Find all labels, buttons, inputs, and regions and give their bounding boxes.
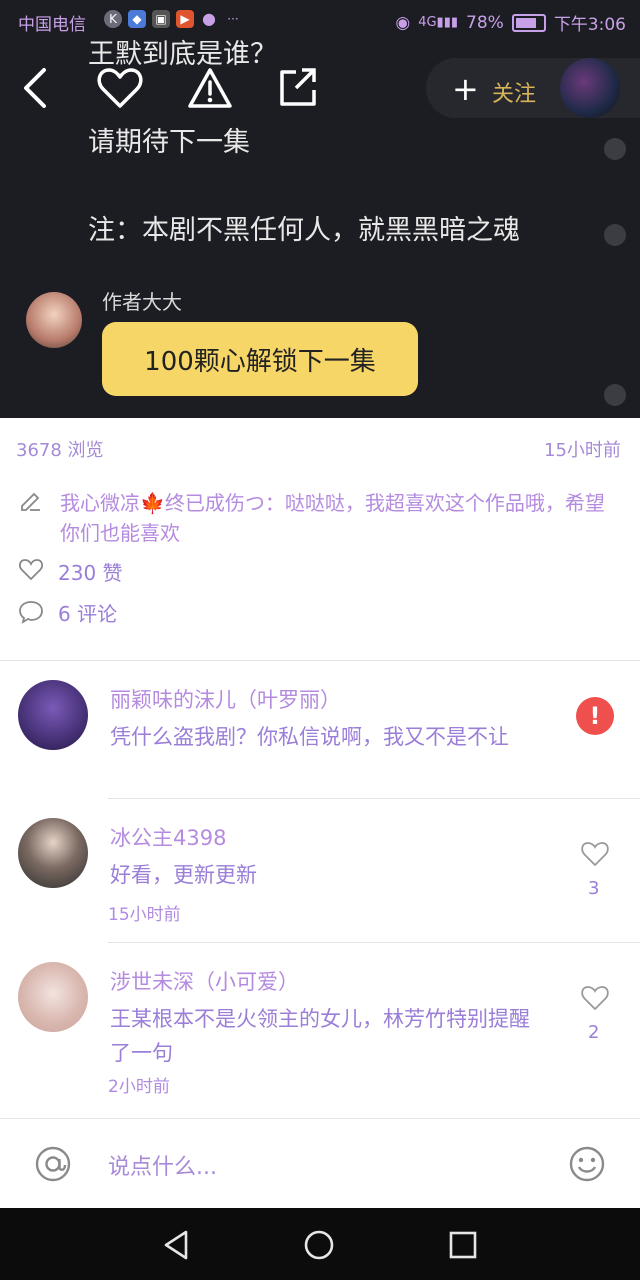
author-avatar[interactable] xyxy=(26,292,82,348)
comment-count: 6 评论 xyxy=(58,602,118,626)
comment-divider xyxy=(108,942,640,943)
follow-button[interactable]: + 关注 xyxy=(426,58,640,118)
report-button[interactable] xyxy=(186,62,236,114)
unlock-next-episode-button[interactable]: 100颗心解锁下一集 xyxy=(102,322,418,396)
alert-icon[interactable]: ! xyxy=(576,697,614,735)
status-right: ◉ 4G▮▮▮ 78% 下午3:06 xyxy=(395,10,626,36)
follow-label: 关注 xyxy=(492,82,537,107)
author-avatar-top[interactable] xyxy=(560,58,620,118)
nav-recents-icon[interactable] xyxy=(446,1228,480,1262)
share-icon xyxy=(280,68,316,106)
battery-percent: 78% xyxy=(466,12,504,33)
comment-time: 15小时前 xyxy=(108,905,181,925)
progress-dot xyxy=(604,224,626,246)
commenter-name[interactable]: 涉世未深（小可爱） xyxy=(110,966,299,996)
emoji-icon[interactable] xyxy=(568,1145,606,1183)
signal-icon: 4G▮▮▮ xyxy=(418,15,459,30)
commenter-avatar[interactable] xyxy=(18,680,88,750)
comment-text: 凭什么盗我剧？你私信说啊，我又不是不让 xyxy=(110,725,509,749)
story-line-3: 注：本剧不黑任何人，就黑黑暗之魂 xyxy=(88,215,520,246)
k-app-icon: K xyxy=(104,10,122,28)
carrier-label: 中国电信 xyxy=(18,15,86,35)
heart-outline-icon[interactable] xyxy=(580,840,610,868)
story-panel: 中国电信 K ◆ ▣ ▶ ● ··· ◉ 4G▮▮▮ 78% 下午3:06 王默… xyxy=(0,0,640,418)
comment-bubble-icon[interactable] xyxy=(18,600,44,624)
more-notifications-icon: ··· xyxy=(227,12,239,26)
nav-back-icon[interactable] xyxy=(160,1228,194,1262)
at-mention-icon[interactable] xyxy=(34,1145,72,1183)
battery-icon xyxy=(511,13,546,32)
back-button[interactable] xyxy=(16,62,66,114)
post-time: 15小时前 xyxy=(544,440,621,461)
notification-icons: K ◆ ▣ ▶ ● ··· xyxy=(104,10,242,28)
chat-app-icon: ● xyxy=(202,9,216,28)
like-count: 230 赞 xyxy=(58,561,123,585)
shield-app-icon: ◆ xyxy=(128,10,146,28)
nav-home-icon[interactable] xyxy=(302,1228,336,1262)
progress-dot xyxy=(604,138,626,160)
story-line-2: 请期待下一集 xyxy=(88,127,250,158)
author-name: 作者大大 xyxy=(102,290,182,314)
eye-icon: ◉ xyxy=(395,12,411,33)
story-description: 我心微凉🍁终已成伤つ：哒哒哒，我超喜欢这个作品哦，希望你们也能喜欢 xyxy=(60,491,605,545)
comment-input-bar: 说点什么... xyxy=(0,1118,640,1209)
comment-divider xyxy=(108,798,640,799)
video-app-icon: ▶ xyxy=(176,10,194,28)
view-count: 3678 浏览 xyxy=(16,440,104,461)
comment-like-count: 2 xyxy=(588,1022,600,1043)
commenter-avatar[interactable] xyxy=(18,818,88,888)
back-arrow-icon xyxy=(24,68,46,108)
comment-text: 王某根本不是火领主的女儿，林芳竹特别提醒了一句 xyxy=(110,1007,530,1065)
comment-time: 2小时前 xyxy=(108,1077,170,1097)
system-nav-bar xyxy=(0,1208,640,1280)
commenter-name[interactable]: 冰公主4398 xyxy=(110,822,226,852)
edit-icon xyxy=(21,492,40,511)
heart-outline-icon[interactable] xyxy=(18,558,44,582)
share-button[interactable] xyxy=(276,62,326,114)
comment-text: 好看，更新更新 xyxy=(110,863,257,887)
commenter-name[interactable]: 丽颖味的沫儿（叶罗丽） xyxy=(110,684,341,714)
like-story-button[interactable] xyxy=(96,62,146,114)
clock: 下午3:06 xyxy=(553,15,626,35)
comment-like-count: 3 xyxy=(588,878,600,899)
section-divider xyxy=(0,660,640,661)
wallet-app-icon: ▣ xyxy=(152,10,170,28)
comment-input[interactable]: 说点什么... xyxy=(108,1149,217,1181)
heart-icon xyxy=(97,68,143,108)
plus-icon: + xyxy=(452,70,479,108)
commenter-avatar[interactable] xyxy=(18,962,88,1032)
heart-outline-icon[interactable] xyxy=(580,984,610,1012)
progress-dot xyxy=(604,384,626,406)
warning-icon xyxy=(188,68,232,108)
